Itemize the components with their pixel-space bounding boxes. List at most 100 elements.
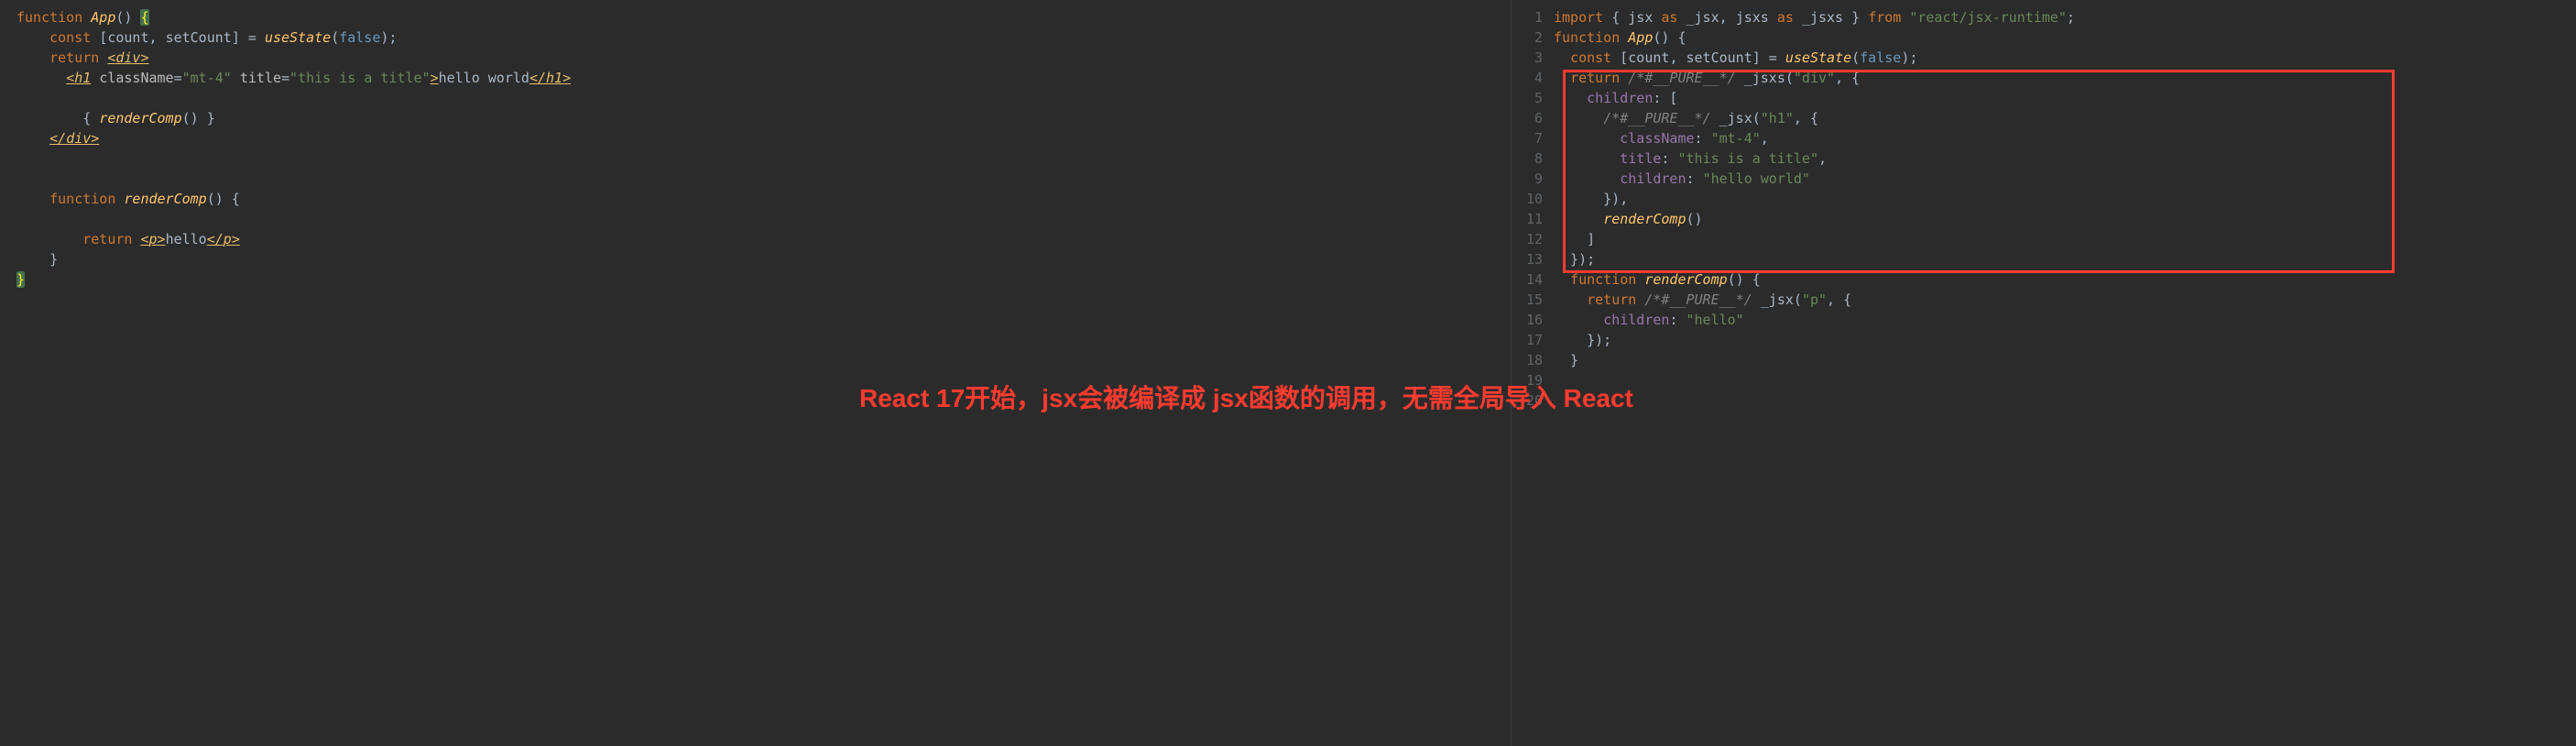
- code-token: "react/jsx-runtime": [1909, 9, 2067, 26]
- code-token: [16, 29, 49, 46]
- code-token: , {: [1794, 110, 1818, 126]
- code-token: }: [16, 271, 25, 288]
- code-line: children: "hello": [1554, 310, 2565, 330]
- code-line: [16, 209, 1500, 229]
- code-token: function: [1570, 271, 1644, 288]
- code-token: :: [1695, 130, 1711, 147]
- code-token: as: [1769, 9, 1802, 26]
- code-token: </: [529, 70, 546, 86]
- line-number: 16: [1512, 310, 1543, 330]
- code-line: }: [1554, 350, 2565, 370]
- code-token: {: [16, 110, 99, 126]
- code-line: renderComp(): [1554, 209, 2565, 229]
- code-token: (): [1686, 211, 1703, 227]
- code-token: count: [1628, 49, 1669, 66]
- code-token: /*#__PURE__*/: [1603, 110, 1710, 126]
- code-token: [16, 130, 49, 147]
- code-token: }: [1843, 9, 1868, 26]
- line-number: 14: [1512, 269, 1543, 290]
- code-token: <: [140, 231, 148, 247]
- code-token: hello: [166, 231, 207, 247]
- code-token: function: [49, 191, 124, 207]
- code-token: "this is a title": [289, 70, 431, 86]
- code-token: hello world: [439, 70, 529, 86]
- code-token: _jsx(: [1752, 291, 1802, 308]
- code-token: "p": [1802, 291, 1827, 308]
- code-token: [91, 70, 99, 86]
- code-token: , {: [1827, 291, 1851, 308]
- code-token: </: [207, 231, 224, 247]
- code-token: () {: [1653, 29, 1686, 46]
- code-token: title: [1620, 150, 1661, 167]
- code-token: children: [1620, 170, 1686, 187]
- code-token: p: [224, 231, 232, 247]
- code-token: });: [1554, 332, 1611, 348]
- code-token: () {: [207, 191, 240, 207]
- code-token: from: [1868, 9, 1909, 26]
- code-line: /*#__PURE__*/ _jsx("h1", {: [1554, 108, 2565, 128]
- code-line: [16, 88, 1500, 108]
- code-token: [1554, 110, 1603, 126]
- code-token: [1554, 271, 1570, 288]
- code-token: import: [1554, 9, 1611, 26]
- code-token: :: [1669, 312, 1686, 328]
- code-line: className: "mt-4",: [1554, 128, 2565, 148]
- code-line: title: "this is a title",: [1554, 148, 2565, 169]
- code-token: return: [82, 231, 140, 247]
- code-token: :: [1661, 150, 1677, 167]
- code-token: as: [1653, 9, 1686, 26]
- code-token: "mt-4": [182, 70, 232, 86]
- code-token: >: [562, 70, 571, 86]
- code-token: [1554, 70, 1570, 86]
- code-token: () {: [1728, 271, 1761, 288]
- line-number: 13: [1512, 249, 1543, 269]
- code-token: "this is a title": [1677, 150, 1818, 167]
- code-line: function App() {: [1554, 27, 2565, 48]
- code-token: "mt-4": [1711, 130, 1761, 147]
- code-line: }),: [1554, 189, 2565, 209]
- code-token: false: [339, 29, 380, 46]
- code-line: children: [: [1554, 88, 2565, 108]
- code-token: [16, 231, 82, 247]
- code-line: import { jsx as _jsx, jsxs as _jsxs } fr…: [1554, 7, 2565, 27]
- line-number: 7: [1512, 128, 1543, 148]
- code-token: [1554, 90, 1587, 106]
- code-token: >: [91, 130, 99, 147]
- code-token: function: [16, 9, 91, 26]
- code-token: {: [1611, 9, 1628, 26]
- code-token: setCount: [1686, 49, 1752, 66]
- code-token: (: [331, 29, 339, 46]
- line-number: 4: [1512, 68, 1543, 88]
- code-token: ] =: [232, 29, 265, 46]
- code-token: [1554, 49, 1570, 66]
- code-line: ]: [1554, 229, 2565, 249]
- line-number: 2: [1512, 27, 1543, 48]
- code-token: ]: [1554, 231, 1595, 247]
- code-token: renderComp: [1644, 271, 1727, 288]
- code-token: [1554, 291, 1587, 308]
- code-line: children: "hello world": [1554, 169, 2565, 189]
- code-token: _jsxs(: [1736, 70, 1794, 86]
- code-token: : [: [1653, 90, 1677, 106]
- code-token: _jsx(: [1711, 110, 1761, 126]
- code-line: const [count, setCount] = useState(false…: [1554, 48, 2565, 68]
- code-token: }),: [1554, 191, 1628, 207]
- code-token: =: [281, 70, 289, 86]
- code-token: [16, 191, 49, 207]
- code-line: function renderComp() {: [16, 189, 1500, 209]
- code-token: [1554, 130, 1620, 147]
- code-token: useState: [265, 29, 331, 46]
- code-token: [16, 70, 66, 86]
- code-line: const [count, setCount] = useState(false…: [16, 27, 1500, 48]
- code-editor-left[interactable]: function App() { const [count, setCount]…: [0, 0, 1512, 746]
- code-token: </: [49, 130, 66, 147]
- code-editor-right[interactable]: 1234567891011121314151617181920 import {…: [1512, 0, 2576, 746]
- code-token: div: [66, 130, 91, 147]
- code-line: function App() {: [16, 7, 1500, 27]
- code-token: function: [1554, 29, 1628, 46]
- code-token: );: [1901, 49, 1917, 66]
- code-token: [1554, 170, 1620, 187]
- code-token: App: [91, 9, 115, 26]
- code-token: return: [1570, 70, 1628, 86]
- line-number: 1: [1512, 7, 1543, 27]
